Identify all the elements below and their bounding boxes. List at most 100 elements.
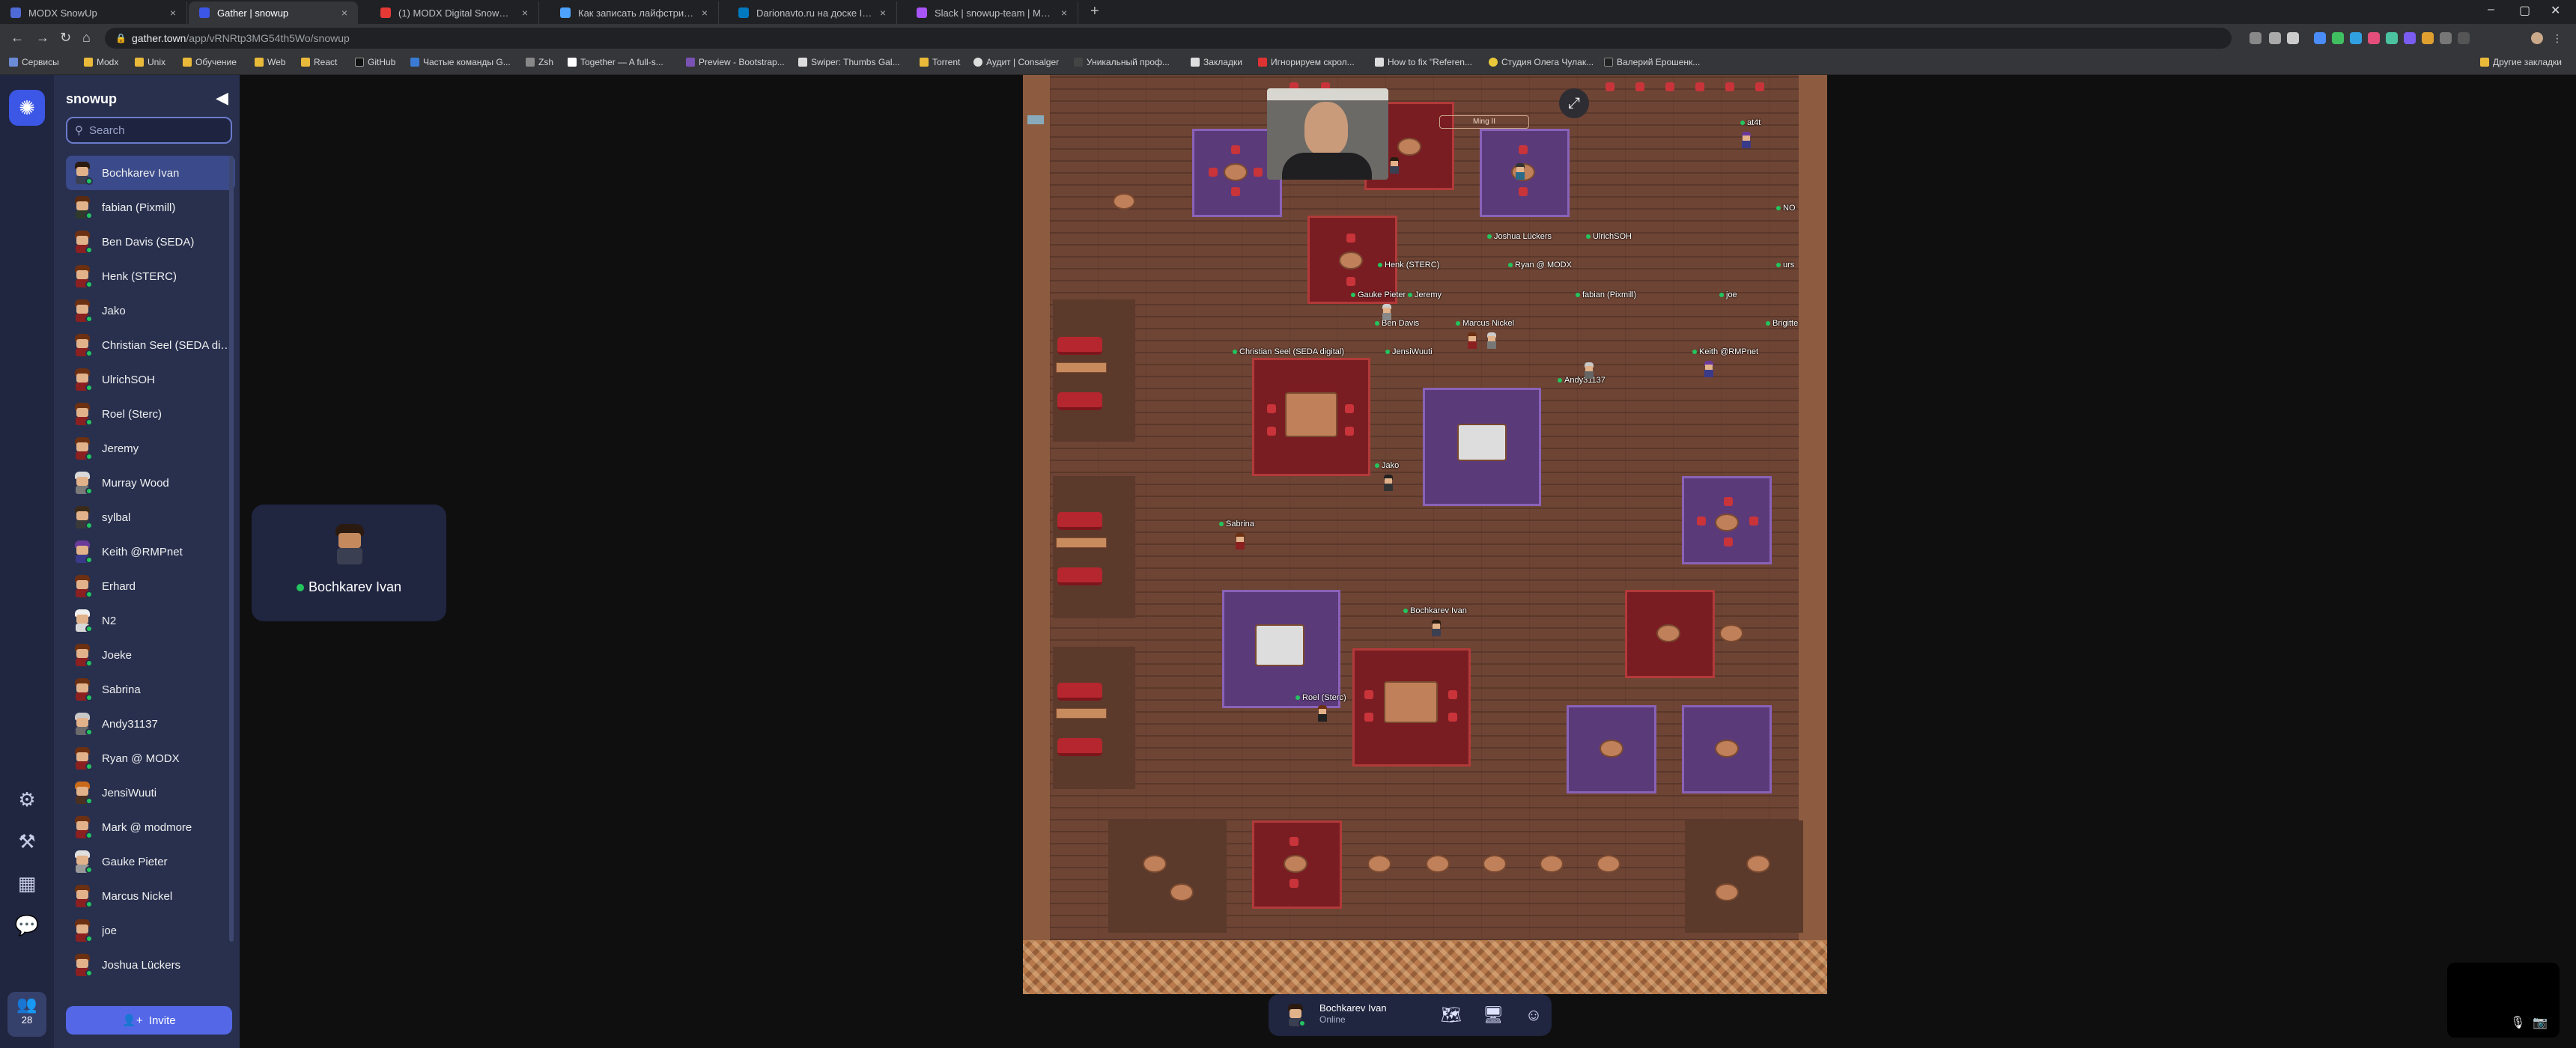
reload-icon[interactable]: ↻: [60, 30, 71, 46]
people-list-item[interactable]: Joeke: [66, 638, 235, 672]
extension-icon[interactable]: [2332, 32, 2344, 44]
media-icon[interactable]: [2458, 32, 2470, 44]
people-list-item[interactable]: sylbal: [66, 500, 235, 534]
bookmark[interactable]: GitHub: [355, 57, 395, 67]
forward-icon[interactable]: →: [36, 30, 49, 46]
profile-avatar-icon[interactable]: [2531, 32, 2543, 44]
people-list-item[interactable]: joe: [66, 913, 235, 948]
puzzle-icon[interactable]: [2440, 32, 2452, 44]
home-icon[interactable]: ⌂: [82, 30, 91, 46]
expand-icon[interactable]: ⤢: [1559, 88, 1589, 118]
avatar-sprite[interactable]: [1486, 332, 1498, 349]
avatar-sprite[interactable]: [1388, 157, 1400, 174]
browser-tab-active[interactable]: Gather | snowup ×: [189, 1, 358, 24]
avatar-sprite[interactable]: [1514, 163, 1526, 180]
people-list-item[interactable]: UlrichSOH: [66, 362, 235, 397]
avatar-sprite[interactable]: [1583, 362, 1595, 379]
extension-icon[interactable]: [2368, 32, 2380, 44]
close-icon[interactable]: ×: [522, 7, 528, 19]
bookmark-folder[interactable]: React: [301, 57, 337, 67]
browser-tab[interactable]: MODX SnowUp ×: [0, 1, 187, 24]
map-name-tag[interactable]: Christian Seel (SEDA digital): [1233, 347, 1344, 356]
participants-button[interactable]: 👥 28: [7, 992, 46, 1037]
microphone-icon[interactable]: 🎙: [2510, 1015, 2525, 1030]
map-name-tag[interactable]: Keith @RMPnet: [1692, 347, 1758, 356]
close-icon[interactable]: ×: [880, 7, 886, 19]
webcam-feed[interactable]: [1267, 88, 1388, 180]
people-list-item[interactable]: Murray Wood: [66, 466, 235, 500]
bookmark-folder[interactable]: Обучение: [183, 57, 237, 67]
extension-icon[interactable]: [2422, 32, 2434, 44]
map-name-tag[interactable]: Jeremy: [1408, 290, 1442, 299]
people-list-item[interactable]: Ryan @ MODX: [66, 741, 235, 776]
bookmark-folder[interactable]: Torrent: [920, 57, 960, 67]
gather-logo-icon[interactable]: ✺: [9, 90, 45, 126]
map-name-tag[interactable]: joe: [1719, 290, 1737, 299]
extension-icon[interactable]: [2350, 32, 2362, 44]
key-icon[interactable]: [2269, 32, 2281, 44]
close-window-icon[interactable]: ✕: [2551, 3, 2560, 18]
avatar-sprite[interactable]: [1703, 361, 1715, 377]
bookmark[interactable]: Валерий Ерошенк...: [1604, 57, 1700, 67]
avatar-sprite[interactable]: [1234, 533, 1246, 549]
emoji-icon[interactable]: ☺: [1523, 1005, 1544, 1026]
avatar-sprite[interactable]: [1381, 304, 1393, 320]
camera-off-icon[interactable]: 📷: [2533, 1015, 2548, 1030]
people-list-item[interactable]: fabian (Pixmill): [66, 190, 235, 225]
bookmark-folder[interactable]: Unix: [135, 57, 165, 67]
map-name-tag[interactable]: UlrichSOH: [1586, 232, 1632, 241]
current-user-status[interactable]: Online: [1319, 1014, 1346, 1025]
close-icon[interactable]: ×: [341, 7, 347, 19]
map-name-tag[interactable]: Brigitte: [1766, 319, 1798, 328]
map-name-tag[interactable]: Sabrina: [1219, 520, 1254, 528]
people-list-item[interactable]: N2: [66, 603, 235, 638]
people-list-item[interactable]: Erhard: [66, 569, 235, 603]
people-list-item[interactable]: Henk (STERC): [66, 259, 235, 293]
bookmark[interactable]: Частые команды G...: [410, 57, 511, 67]
invite-button[interactable]: 👤+ Invite: [66, 1006, 232, 1035]
bookmark[interactable]: Аудит | Consalger: [973, 57, 1059, 67]
collapse-panel-icon[interactable]: ◀: [216, 88, 228, 108]
calendar-icon[interactable]: ▦: [12, 868, 42, 898]
people-list-item[interactable]: Joshua Lückers: [66, 948, 235, 982]
map-name-tag[interactable]: Bochkarev Ivan: [1403, 606, 1467, 615]
browser-tab[interactable]: Slack | snowup-team | MODX Cor ×: [906, 1, 1078, 24]
map-name-tag[interactable]: urs: [1776, 261, 1794, 269]
bookmark[interactable]: Студия Олега Чулак...: [1489, 57, 1594, 67]
game-map[interactable]: Ming II ⤢ at4t NO urs Joshua Lückers Ulr…: [1023, 75, 1827, 994]
chat-icon[interactable]: 💬: [12, 910, 42, 940]
avatar-sprite[interactable]: [1466, 332, 1478, 349]
avatar-sprite[interactable]: [1382, 475, 1394, 491]
avatar-sprite[interactable]: [1740, 132, 1752, 148]
people-list-item[interactable]: Keith @RMPnet: [66, 534, 235, 569]
people-list-item[interactable]: Christian Seel (SEDA digital): [66, 328, 235, 362]
extension-icon[interactable]: [2314, 32, 2326, 44]
close-icon[interactable]: ×: [170, 7, 176, 19]
build-hammer-icon[interactable]: ⚒: [12, 826, 42, 856]
self-video-preview[interactable]: 🎙 📷: [2447, 963, 2560, 1038]
extension-icon[interactable]: [2404, 32, 2416, 44]
map-name-tag[interactable]: Roel (Sterc): [1295, 693, 1346, 702]
map-name-tag[interactable]: Marcus Nickel: [1456, 319, 1514, 328]
bookmark-folder[interactable]: Web: [255, 57, 285, 67]
people-list-item[interactable]: Jeremy: [66, 431, 235, 466]
people-list-item[interactable]: Sabrina: [66, 672, 235, 707]
maximize-icon[interactable]: ▢: [2519, 3, 2530, 18]
map-name-tag[interactable]: fabian (Pixmill): [1576, 290, 1636, 299]
player-avatar-sprite[interactable]: [1430, 620, 1442, 636]
close-icon[interactable]: ×: [1061, 7, 1067, 19]
map-name-tag[interactable]: Andy31137: [1558, 376, 1606, 385]
map-name-tag[interactable]: Gauke Pieter: [1351, 290, 1406, 299]
bookmark[interactable]: How to fix "Referen...: [1375, 57, 1472, 67]
bookmark[interactable]: Сервисы: [9, 57, 59, 67]
browser-tab[interactable]: (1) MODX Digital SnowUp - YouT ×: [370, 1, 539, 24]
bookmark[interactable]: Уникальный проф...: [1074, 57, 1170, 67]
map-name-tag[interactable]: JensiWuuti: [1385, 347, 1433, 356]
url-field[interactable]: 🔒 gather.town/app/vRNRtp3MG54th5Wo/snowu…: [105, 28, 2232, 49]
settings-icon[interactable]: ⚙: [12, 785, 42, 814]
bookmark[interactable]: Zsh: [526, 57, 553, 67]
bookmark[interactable]: Preview - Bootstrap...: [686, 57, 785, 67]
map-name-tag[interactable]: Ryan @ MODX: [1508, 261, 1572, 269]
other-bookmarks[interactable]: Другие закладки: [2480, 57, 2562, 67]
people-list-item[interactable]: Bochkarev Ivan: [66, 156, 235, 190]
